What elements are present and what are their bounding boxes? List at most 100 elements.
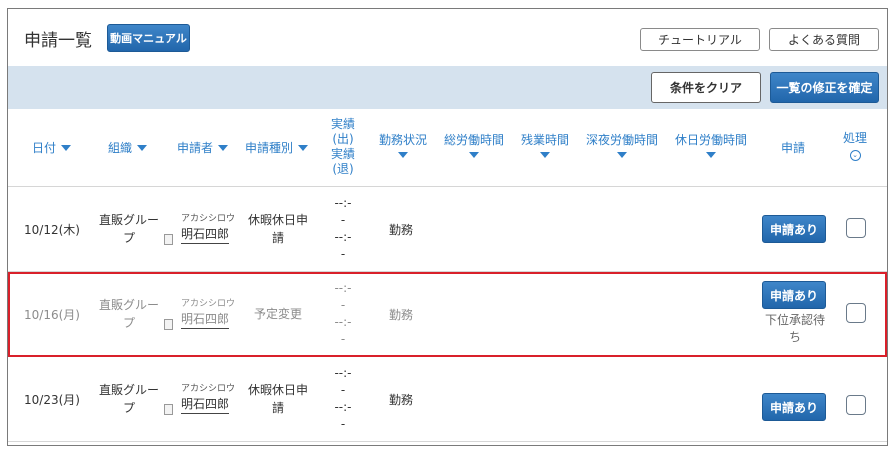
header-times-line: 実績 <box>330 147 355 161</box>
time-line: --:- <box>334 196 352 210</box>
table-row: 10/23(月) 直販グループ アカシシロウ 明石四郎 休暇休日申請 --:- -… <box>8 357 887 442</box>
document-icon[interactable] <box>164 404 173 415</box>
table-row: 10/12(木) 直販グループ アカシシロウ 明石四郎 休暇休日申請 --:- -… <box>8 187 887 272</box>
sort-down-icon <box>137 145 148 151</box>
header-applicant-label: 申請者 <box>177 141 214 155</box>
org-line: プ <box>122 316 135 330</box>
sort-night-work[interactable]: 深夜労働時間 <box>581 133 663 163</box>
row-org: 直販グループ <box>94 296 164 332</box>
row-date: 10/12(木) <box>24 223 80 237</box>
pending-line: 下位承認待 <box>764 313 825 327</box>
row-applicant-name[interactable]: 明石四郎 <box>181 225 230 244</box>
has-application-button[interactable]: 申請あり <box>762 215 826 243</box>
process-checkbox[interactable] <box>846 218 866 238</box>
row-org: 直販グループ <box>94 211 164 247</box>
org-line: 直販グルー <box>98 213 159 227</box>
header-holiday-work-label: 休日労働時間 <box>674 133 747 147</box>
pending-status: 下位承認待ち <box>760 312 830 346</box>
row-actual-times: --:- - --:- - <box>328 365 358 433</box>
tutorial-button[interactable]: チュートリアル <box>640 28 760 51</box>
document-icon[interactable] <box>164 234 173 245</box>
row-applicant-name[interactable]: 明石四郎 <box>181 395 230 414</box>
sort-work-status[interactable]: 勤務状況 <box>374 133 432 163</box>
org-line: 直販グルー <box>98 383 159 397</box>
sort-down-icon <box>540 152 550 158</box>
type-line: 休暇休日申 <box>247 213 308 227</box>
sort-org[interactable]: 組織 <box>108 139 148 156</box>
time-line: - <box>340 213 346 227</box>
row-actual-times: --:- - --:- - <box>328 280 358 348</box>
row-applicant-name[interactable]: 明石四郎 <box>181 310 230 329</box>
table-row-selected: 10/16(月) 直販グループ アカシシロウ 明石四郎 予定変更 --:- - --… <box>8 272 887 357</box>
header-date-label: 日付 <box>32 141 57 155</box>
sort-date[interactable]: 日付 <box>32 139 72 156</box>
row-app-type: 休暇休日申請 <box>242 211 314 247</box>
header-process-label: 処理 <box>842 131 867 145</box>
type-line: 予定変更 <box>253 307 302 321</box>
org-line: プ <box>122 231 135 245</box>
sort-down-icon <box>298 145 309 151</box>
row-actual-times: --:- - --:- - <box>328 195 358 263</box>
sort-down-icon <box>218 145 229 151</box>
type-line: 請 <box>271 231 284 245</box>
sort-applicant[interactable]: 申請者 <box>177 139 229 156</box>
time-line: --:- <box>334 400 352 414</box>
document-icon[interactable] <box>164 319 173 330</box>
process-checkbox[interactable] <box>846 303 866 323</box>
clear-conditions-button[interactable]: 条件をクリア <box>651 72 761 103</box>
type-line: 請 <box>271 401 284 415</box>
row-work-status: 勤務 <box>389 223 414 237</box>
sort-down-icon <box>617 152 627 158</box>
row-app-type: 予定変更 <box>242 305 314 323</box>
row-applicant-kana: アカシシロウ <box>181 384 236 394</box>
sort-down-icon <box>469 152 479 158</box>
application-list-panel: 申請一覧 動画マニュアル チュートリアル よくある質問 条件をクリア 一覧の修正… <box>7 8 888 446</box>
header-application: 申請 <box>781 141 806 155</box>
faq-button[interactable]: よくある質問 <box>769 28 879 51</box>
sort-down-icon <box>398 152 408 158</box>
sort-app-type[interactable]: 申請種別 <box>245 139 309 156</box>
table-header: 日付 組織 申請者 申請種別 実績 (出) 実績 (退) 勤務状況 総労働時間 … <box>8 109 887 187</box>
time-line: - <box>340 417 346 431</box>
type-line: 休暇休日申 <box>247 383 308 397</box>
sort-down-icon <box>706 152 716 158</box>
row-applicant-kana: アカシシロウ <box>181 299 236 309</box>
sort-down-icon <box>61 145 72 151</box>
header-overtime-label: 残業時間 <box>520 133 569 147</box>
row-app-type: 休暇休日申請 <box>242 381 314 417</box>
org-line: 直販グルー <box>98 298 159 312</box>
video-manual-button[interactable]: 動画マニュアル <box>107 24 190 52</box>
header-org-label: 組織 <box>108 141 133 155</box>
time-line: - <box>340 298 346 312</box>
org-line: プ <box>122 401 135 415</box>
header-work-status-label: 勤務状況 <box>378 133 427 147</box>
header-process[interactable]: 処理 ⌄ <box>838 131 872 161</box>
header-total-work-label: 総労働時間 <box>443 133 504 147</box>
row-applicant-kana: アカシシロウ <box>181 214 236 224</box>
sort-overtime[interactable]: 残業時間 <box>516 133 574 163</box>
row-work-status: 勤務 <box>389 308 414 322</box>
chevron-down-circle-icon: ⌄ <box>849 150 861 161</box>
has-application-button[interactable]: 申請あり <box>762 281 826 309</box>
row-work-status: 勤務 <box>389 393 414 407</box>
row-date: 10/16(月) <box>24 308 80 322</box>
time-line: --:- <box>334 366 352 380</box>
has-application-button[interactable]: 申請あり <box>762 393 826 421</box>
pending-line: ち <box>788 330 801 344</box>
header-night-work-label: 深夜労働時間 <box>585 133 658 147</box>
header-times-line: 実績 <box>330 117 355 131</box>
sort-total-work[interactable]: 総労働時間 <box>439 133 509 163</box>
header-times-line: (退) <box>332 162 354 176</box>
time-line: --:- <box>334 315 352 329</box>
row-date: 10/23(月) <box>24 393 80 407</box>
process-checkbox[interactable] <box>846 395 866 415</box>
header-actual-times: 実績 (出) 実績 (退) <box>328 117 358 177</box>
page-title: 申請一覧 <box>24 31 92 51</box>
row-org: 直販グループ <box>94 381 164 417</box>
confirm-list-edits-button[interactable]: 一覧の修正を確定 <box>770 72 879 103</box>
time-line: - <box>340 332 346 346</box>
time-line: --:- <box>334 281 352 295</box>
time-line: - <box>340 247 346 261</box>
sort-holiday-work[interactable]: 休日労働時間 <box>670 133 752 163</box>
header-app-type-label: 申請種別 <box>245 141 294 155</box>
